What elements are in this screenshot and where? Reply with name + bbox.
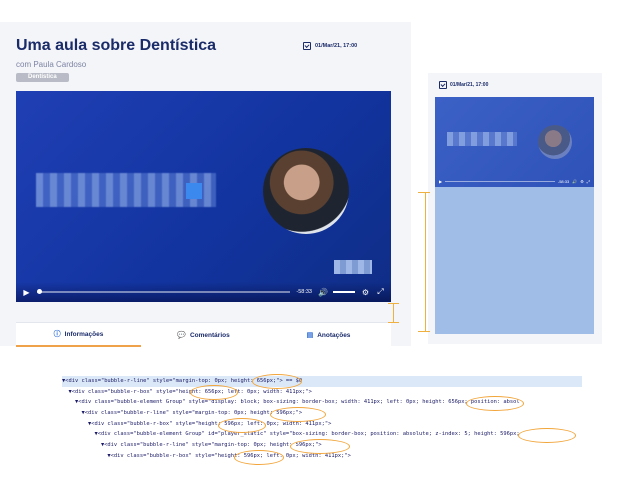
course-page-desktop: Uma aula sobre Dentística com Paula Card… <box>0 22 411 347</box>
video-time: -58:33 <box>557 178 570 184</box>
height-highlight-circle <box>218 418 266 433</box>
course-page-mobile: 01/Mar/21, 17:00 ▶ -58:33 🔊 ⚙ ⤢ <box>428 73 602 344</box>
gap-annotation-line <box>393 303 394 323</box>
pixelated-title-image <box>447 132 517 146</box>
tab-comentarios[interactable]: 💬 Comentários <box>141 323 266 347</box>
video-player[interactable]: ▶ -58:33 🔊 ⚙ ⤢ <box>435 97 594 187</box>
tab-label: Comentários <box>189 331 230 339</box>
tab-label: Anotações <box>317 331 351 339</box>
fullscreen-icon[interactable]: ⤢ <box>376 287 385 297</box>
volume-icon[interactable]: 🔊 <box>572 179 577 184</box>
video-player[interactable]: ▶ -58:33 🔊 ⚙ ⤢ <box>16 91 391 302</box>
video-time: -58:33 <box>296 289 312 295</box>
height-highlight-circle <box>518 428 576 443</box>
content-tabs: ⓘ Informações 💬 Comentários ▤ Anotações <box>16 322 391 347</box>
date-text: 01/Mar/21, 17:00 <box>315 43 358 49</box>
fullscreen-icon[interactable]: ⤢ <box>587 179 590 184</box>
empty-area-annotation-line <box>425 192 426 332</box>
video-controls: ▶ -58:33 🔊 ⚙ ⤢ <box>435 175 594 187</box>
gear-icon[interactable]: ⚙ <box>580 179 584 184</box>
video-progress-bar[interactable] <box>37 289 291 294</box>
height-highlight-circle <box>270 407 326 422</box>
presenter-avatar-image <box>263 148 349 234</box>
author-label: com Paula Cardoso <box>16 60 87 69</box>
height-highlight-circle <box>290 439 350 454</box>
tab-informacoes[interactable]: ⓘ Informações <box>16 323 141 347</box>
height-highlight-circle <box>234 450 284 465</box>
height-highlight-circle <box>190 385 238 400</box>
date-label: 01/Mar/21, 17:00 <box>303 42 357 50</box>
tab-label: Informações <box>64 330 104 338</box>
dom-line[interactable]: ▼<div class="bubble-r-box" style="height… <box>62 419 582 430</box>
empty-area-annotation-bottom <box>418 331 430 332</box>
page-title: Uma aula sobre Dentística <box>16 37 217 54</box>
empty-player-area <box>435 187 594 334</box>
gap-annotation-bottom <box>388 322 399 323</box>
height-highlight-circle <box>252 374 302 389</box>
height-highlight-circle <box>466 396 524 411</box>
volume-slider[interactable] <box>333 291 355 293</box>
tab-anotacoes[interactable]: ▤ Anotações <box>266 323 391 347</box>
date-label: 01/Mar/21, 17:00 <box>439 81 488 89</box>
empty-area-annotation-top <box>418 192 430 193</box>
gap-annotation-top <box>388 303 399 304</box>
info-icon: ⓘ <box>53 331 61 338</box>
calendar-icon <box>303 42 311 50</box>
presenter-avatar-image <box>538 125 572 159</box>
notes-icon: ▤ <box>306 332 314 339</box>
video-controls: ▶ -58:33 🔊 ⚙ ⤢ <box>16 282 391 302</box>
gear-icon[interactable]: ⚙ <box>361 288 370 297</box>
play-icon[interactable]: ▶ <box>22 288 31 297</box>
volume-icon[interactable]: 🔊 <box>318 288 328 297</box>
calendar-icon <box>439 81 447 89</box>
video-progress-bar[interactable] <box>445 180 555 182</box>
category-tag[interactable]: Dentística <box>16 73 69 82</box>
date-text: 01/Mar/21, 17:00 <box>450 82 489 88</box>
pixelated-logo-image <box>186 183 202 199</box>
play-icon[interactable]: ▶ <box>439 179 442 184</box>
dom-inspector: ▼<div class="bubble-r-line" style="margi… <box>62 374 582 465</box>
pixelated-watermark <box>334 260 372 274</box>
dom-line[interactable]: ▼<div class="bubble-r-line" style="margi… <box>62 376 582 387</box>
comments-icon: 💬 <box>177 332 186 339</box>
